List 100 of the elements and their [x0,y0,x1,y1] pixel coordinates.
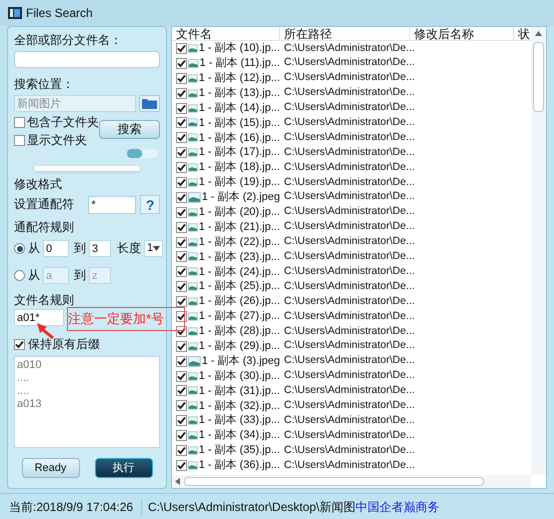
image-icon [188,266,198,278]
image-icon [188,445,198,456]
column-header[interactable]: 修改后名称 [410,26,514,40]
divider-handle[interactable] [34,166,140,171]
checkbox[interactable] [176,251,187,262]
filename-rule-input[interactable]: a01* [14,309,64,326]
file-name: 1 - 副本 (15).jp... [198,116,280,131]
checkbox[interactable] [176,236,187,248]
checkbox[interactable] [176,266,187,278]
checkbox[interactable] [176,430,187,442]
image-icon [188,356,201,367]
radio-button[interactable] [14,270,25,281]
image-icon [188,88,198,99]
file-path: C:\Users\Administrator\De... [283,85,415,100]
checkbox[interactable] [14,339,25,350]
checkbox[interactable] [176,370,187,382]
check-icon [15,340,24,349]
checkbox[interactable] [176,340,187,352]
checkbox[interactable] [176,42,187,54]
file-name: 1 - 副本 (17).jp... [198,145,280,160]
folder-icon [142,98,157,109]
section-title: 文件名规则 [14,293,74,308]
app-icon [8,7,22,19]
image-icon [188,310,198,322]
file-path: C:\Users\Administrator\De... [283,442,415,458]
action-button[interactable]: 执行 [94,458,152,478]
checkbox[interactable] [176,460,187,471]
from-label: 从 [28,241,40,256]
checkbox[interactable] [176,296,187,308]
radio-button[interactable] [14,243,25,254]
checkbox[interactable] [176,310,187,322]
browse-button[interactable] [139,95,160,112]
checkbox[interactable] [176,162,187,174]
vertical-scrollbar[interactable] [531,27,546,475]
toggle[interactable] [127,149,158,158]
checkbox[interactable] [176,445,187,456]
file-name: 1 - 副本 (2).jpeg [202,190,280,206]
file-path: C:\Users\Administrator\De... [283,398,415,413]
file-path: C:\Users\Administrator\De... [283,100,415,116]
file-path: C:\Users\Administrator\De... [283,144,415,160]
file-name: 1 - 副本 (35).jp... [198,443,280,458]
wildcard-label: 设置通配符 [14,197,75,212]
checkbox[interactable] [176,281,187,292]
checkbox[interactable] [176,400,187,412]
checkbox[interactable] [176,206,187,218]
image-icon [188,162,198,174]
from-input[interactable]: 0 [43,240,69,257]
file-path: C:\Users\Administrator\De... [283,55,415,70]
checkbox[interactable] [176,222,187,233]
image-icon [188,236,198,248]
file-path: C:\Users\Administrator\De... [283,324,415,338]
horizontal-scrollbar[interactable] [172,475,531,488]
status-ticker: 中国企者巅商务 [355,498,440,516]
checkbox[interactable] [176,88,187,99]
checkbox[interactable] [176,58,187,69]
checkbox[interactable] [176,72,187,84]
name-input[interactable] [14,51,160,68]
scroll-thumb[interactable] [184,477,484,486]
file-path: C:\Users\Administrator\De... [283,264,415,279]
checkbox[interactable] [176,192,187,203]
checkbox[interactable] [176,356,187,367]
file-path: C:\Users\Administrator\De... [283,160,415,175]
to-input[interactable]: 3 [89,240,111,257]
checkbox[interactable] [176,415,187,426]
image-icon [188,72,198,84]
length-dropdown[interactable]: 1 [144,240,164,257]
checkbox[interactable] [176,385,187,396]
image-icon [188,430,198,442]
checkbox[interactable] [176,132,187,144]
file-path: C:\Users\Administrator\De... [283,412,415,428]
image-icon [188,326,198,337]
column-header[interactable]: 所在路径 [280,26,410,40]
checkbox[interactable] [176,147,187,158]
action-button[interactable]: Ready [22,458,80,478]
checkbox[interactable] [176,102,187,114]
checkbox[interactable] [176,117,187,128]
file-name: 1 - 副本 (13).jp... [198,86,280,101]
search-button[interactable]: 搜索 [99,120,160,139]
location-field[interactable]: 新闻图片 [14,95,136,112]
help-button[interactable]: ? [140,195,160,214]
location-label: 搜索位置： [14,77,75,92]
image-icon [188,340,198,352]
checkbox[interactable] [14,135,25,146]
column-header[interactable]: 文件名 [172,26,280,40]
file-name: 1 - 副本 (22).jp... [198,234,280,250]
checkbox[interactable] [14,117,25,128]
file-path: C:\Users\Administrator\De... [283,458,415,473]
file-path: C:\Users\Administrator\De... [283,338,415,354]
file-path: C:\Users\Administrator\De... [283,383,415,398]
from-label: 从 [28,268,40,283]
file-path: C:\Users\Administrator\De... [283,40,415,56]
file-name: 1 - 副本 (10).jp... [198,41,280,56]
scroll-thumb[interactable] [533,42,544,112]
file-name: 1 - 副本 (3).jpeg [202,354,280,369]
file-name: 1 - 副本 (25).jp... [198,279,280,294]
wildcard-input[interactable]: * [88,196,136,214]
checkbox[interactable] [176,176,187,188]
file-name: 1 - 副本 (27).jp... [198,309,280,324]
caret-icon [153,246,160,251]
file-name: 1 - 副本 (14).jp... [198,100,280,116]
